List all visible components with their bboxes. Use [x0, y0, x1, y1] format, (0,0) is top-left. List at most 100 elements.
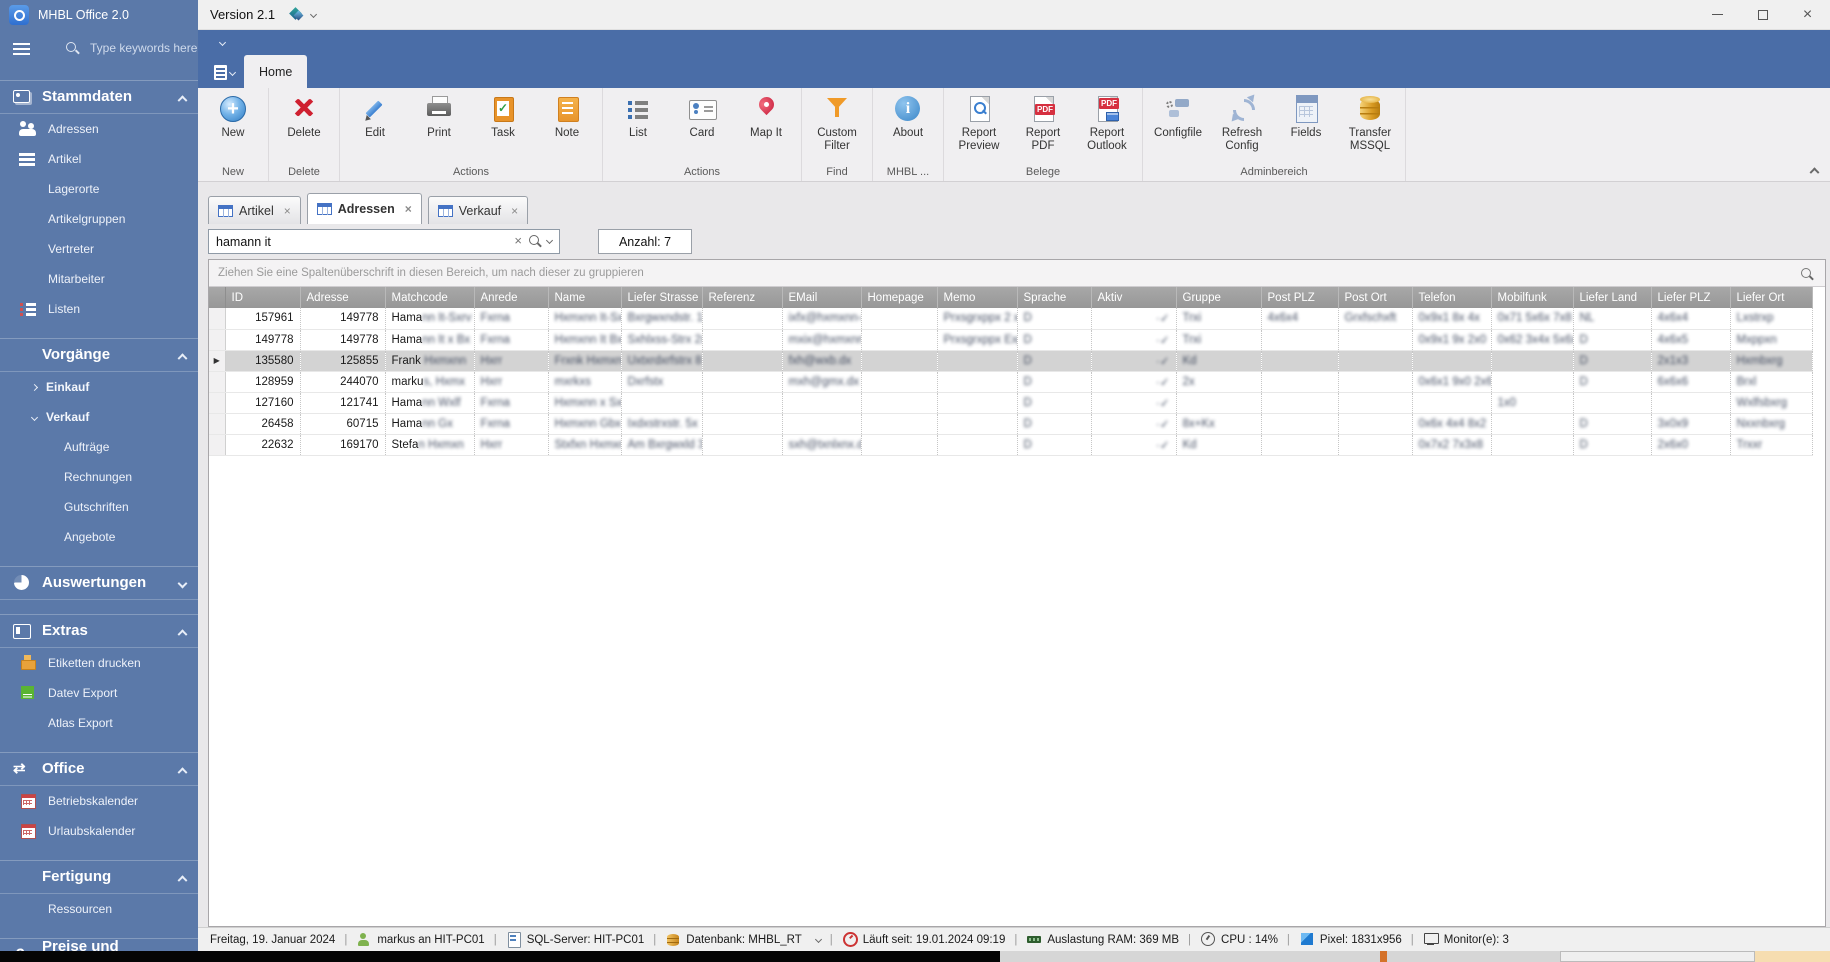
grid-cell[interactable]: D: [1017, 434, 1092, 456]
tab-adressen[interactable]: Adressen ×: [306, 193, 422, 224]
sidebar-item-gutschriften[interactable]: Gutschriften: [0, 492, 198, 522]
grid-cell[interactable]: [1338, 350, 1413, 372]
sidebar-header-fertigung[interactable]: Fertigung: [0, 860, 198, 894]
grid-cell[interactable]: 121741: [300, 392, 386, 414]
sidebar-item-einkauf[interactable]: Einkauf: [0, 372, 198, 402]
grid-cell[interactable]: [702, 329, 783, 351]
grid-cell[interactable]: [861, 329, 938, 351]
table-row[interactable]: 157961 149778 Hamann It-Sxrv Fxrna Hxmxnn It…: [209, 308, 1813, 330]
grid-cell[interactable]: Ixdxstrxstr. 5x: [621, 413, 703, 435]
grid-cell[interactable]: [861, 392, 938, 414]
grid-cell[interactable]: 2x1x3: [1651, 350, 1731, 372]
grid-cell[interactable]: mxrkxs: [548, 371, 622, 393]
map-it-button[interactable]: Map It: [734, 90, 798, 154]
sidebar-item-rechnungen[interactable]: Rechnungen: [0, 462, 198, 492]
grid-cell[interactable]: [702, 308, 783, 330]
grid-cell[interactable]: [782, 413, 862, 435]
grid-cell[interactable]: 22632: [225, 434, 301, 456]
column-header-homepage[interactable]: Homepage: [861, 287, 938, 308]
sidebar-item-ressourcen[interactable]: Ressourcen: [0, 894, 198, 924]
grid-cell[interactable]: Hamann Gx: [385, 413, 475, 435]
grid-cell[interactable]: [1491, 350, 1574, 372]
delete-button[interactable]: Delete: [272, 90, 336, 154]
column-header-telefon[interactable]: Telefon: [1412, 287, 1492, 308]
grid-cell[interactable]: 0x71 5x6x 7x8: [1491, 308, 1574, 330]
grid-cell[interactable]: 4x6x4: [1651, 308, 1731, 330]
sidebar-header-stammdaten[interactable]: Stammdaten: [0, 80, 198, 114]
close-icon[interactable]: ×: [511, 204, 518, 218]
grid-cell[interactable]: Hamann It x Bx: [385, 329, 475, 351]
sidebar-item-artikel[interactable]: Artikel: [0, 144, 198, 174]
grid-cell[interactable]: Brxl: [1730, 371, 1813, 393]
grid-cell[interactable]: ·✓: [1091, 434, 1177, 456]
column-header-matchcode[interactable]: Matchcode: [385, 287, 475, 308]
grid-cell[interactable]: Hxmbxrg: [1730, 350, 1813, 372]
grid-cell[interactable]: Kd: [1176, 434, 1262, 456]
grid-cell[interactable]: [702, 413, 783, 435]
grid-cell[interactable]: Lxstrxp: [1730, 308, 1813, 330]
grid-cell[interactable]: 149778: [300, 329, 386, 351]
print-button[interactable]: Print: [407, 90, 471, 154]
grid-cell[interactable]: ·✓: [1091, 308, 1177, 330]
grid-cell[interactable]: mxh@gmx.dx: [782, 371, 862, 393]
grid-cell[interactable]: ·✓: [1091, 413, 1177, 435]
sidebar-header-office[interactable]: Office: [0, 752, 198, 786]
grid-cell[interactable]: 127160: [225, 392, 301, 414]
grid-cell[interactable]: [702, 350, 783, 372]
grid-search-icon[interactable]: [1801, 268, 1811, 278]
grid-cell[interactable]: Fxrna: [474, 329, 549, 351]
grid-cell[interactable]: [702, 392, 783, 414]
grid-cell[interactable]: Trxi: [1176, 308, 1262, 330]
sidebar-item-urlaubskalender[interactable]: Urlaubskalender: [0, 816, 198, 846]
grid-cell[interactable]: D: [1573, 434, 1652, 456]
grid-cell[interactable]: [1176, 392, 1262, 414]
grid-cell[interactable]: 128959: [225, 371, 301, 393]
grid-cell[interactable]: Trxxr: [1730, 434, 1813, 456]
grid-cell[interactable]: Kd: [1176, 350, 1262, 372]
about-button[interactable]: About: [876, 90, 940, 154]
grid-cell[interactable]: 169170: [300, 434, 386, 456]
search-placeholder[interactable]: Type keywords here: [90, 41, 197, 55]
grid-cell[interactable]: Hamann Wxlf: [385, 392, 475, 414]
report-preview-button[interactable]: Report Preview: [947, 90, 1011, 154]
table-row[interactable]: 149778 149778 Hamann It x Bx Fxrna Hxmxnn It…: [209, 329, 1813, 351]
close-button[interactable]: ×: [1785, 0, 1830, 29]
sidebar-search[interactable]: Type keywords here: [0, 30, 198, 66]
grid-cell[interactable]: D: [1017, 308, 1092, 330]
sidebar-item-vertreter[interactable]: Vertreter: [0, 234, 198, 264]
grid-cell[interactable]: Stefan Hxmxn: [385, 434, 475, 456]
grid-cell[interactable]: Sxhlxss-Strx 2x: [621, 329, 703, 351]
grid-cell[interactable]: D: [1017, 371, 1092, 393]
custom-filter-button[interactable]: Custom Filter: [805, 90, 869, 154]
grid-cell[interactable]: Wxlfsbxrg: [1730, 392, 1813, 414]
grid-cell[interactable]: [1338, 392, 1413, 414]
grid-cell[interactable]: 135580: [225, 350, 301, 372]
grid-cell[interactable]: Bxrgwxndstr. 1x: [621, 308, 703, 330]
grid-cell[interactable]: 0x6x1 9x0 2x6: [1412, 371, 1492, 393]
grid-cell[interactable]: [937, 350, 1018, 372]
grid-cell[interactable]: [937, 392, 1018, 414]
ribbon-tab-home[interactable]: Home: [244, 55, 308, 88]
grid-cell[interactable]: [1261, 350, 1339, 372]
grid-cell[interactable]: Hamann It-Sxrv: [385, 308, 475, 330]
grid-cell[interactable]: [1491, 371, 1574, 393]
grid-cell[interactable]: Hxmxnn Gbx x Cx: [548, 413, 622, 435]
maximize-button[interactable]: [1740, 0, 1785, 29]
grid-cell[interactable]: 1x0: [1491, 392, 1574, 414]
grid-cell[interactable]: 4x6x4: [1261, 308, 1339, 330]
column-header-post-ort[interactable]: Post Ort: [1338, 287, 1413, 308]
grid-cell[interactable]: ·✓: [1091, 371, 1177, 393]
sidebar-header-preise-und-rabatte[interactable]: Preise und Rabatte: [0, 938, 198, 951]
close-icon[interactable]: ×: [405, 202, 412, 216]
grid-cell[interactable]: D: [1573, 371, 1652, 393]
chevron-down-icon[interactable]: [177, 578, 188, 588]
grid-cell[interactable]: 4x6x5: [1651, 329, 1731, 351]
card-button[interactable]: Card: [670, 90, 734, 154]
grid-cell[interactable]: Hxrr: [474, 371, 549, 393]
grid-cell[interactable]: 149778: [225, 329, 301, 351]
grid-cell[interactable]: 2x: [1176, 371, 1262, 393]
group-by-bar[interactable]: Ziehen Sie eine Spaltenüberschrift in di…: [209, 260, 1825, 287]
grid-cell[interactable]: Stxfxn Hxmxnn: [548, 434, 622, 456]
grid-cell[interactable]: 0x9x1 9x 2x0: [1412, 329, 1492, 351]
grid-cell[interactable]: Hxrr: [474, 350, 549, 372]
